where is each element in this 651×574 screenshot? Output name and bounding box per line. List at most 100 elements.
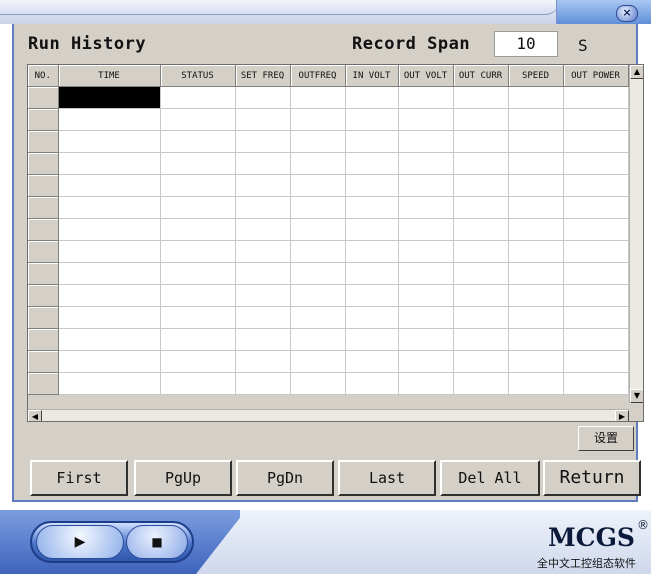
table-cell[interactable] — [398, 86, 454, 109]
table-cell[interactable] — [290, 108, 346, 131]
table-cell[interactable] — [290, 86, 346, 109]
table-cell[interactable] — [58, 328, 161, 351]
table-cell[interactable] — [345, 152, 399, 175]
table-cell[interactable] — [398, 196, 454, 219]
table-cell[interactable] — [160, 196, 236, 219]
table-cell[interactable] — [235, 284, 291, 307]
table-cell[interactable] — [453, 240, 509, 263]
table-cell[interactable] — [563, 262, 629, 285]
table-cell[interactable] — [160, 306, 236, 329]
table-cell[interactable] — [453, 130, 509, 153]
table-cell[interactable] — [160, 108, 236, 131]
table-cell[interactable] — [160, 174, 236, 197]
table-cell[interactable] — [398, 108, 454, 131]
play-button[interactable]: ▶ — [36, 525, 124, 559]
table-cell[interactable] — [160, 284, 236, 307]
table-cell[interactable] — [563, 108, 629, 131]
stop-button[interactable]: ■ — [126, 525, 188, 559]
table-cell[interactable] — [290, 130, 346, 153]
last-button[interactable]: Last — [338, 460, 436, 496]
scroll-left-icon[interactable]: ◀ — [28, 410, 42, 421]
table-cell[interactable] — [235, 196, 291, 219]
table-cell[interactable] — [508, 284, 564, 307]
table-cell[interactable] — [398, 372, 454, 395]
column-header[interactable]: NO. — [28, 65, 59, 87]
table-cell[interactable] — [58, 284, 161, 307]
row-header[interactable] — [28, 306, 59, 329]
table-cell[interactable] — [563, 152, 629, 175]
table-cell[interactable] — [345, 372, 399, 395]
table-cell[interactable] — [453, 174, 509, 197]
table-cell[interactable] — [453, 306, 509, 329]
table-cell[interactable] — [563, 306, 629, 329]
table-cell[interactable] — [398, 350, 454, 373]
table-cell[interactable] — [345, 306, 399, 329]
table-cell[interactable] — [508, 174, 564, 197]
horizontal-scrollbar[interactable]: ◀ ▶ — [28, 409, 629, 421]
row-header[interactable] — [28, 196, 59, 219]
pgdn-button[interactable]: PgDn — [236, 460, 334, 496]
table-cell[interactable] — [453, 108, 509, 131]
table-cell[interactable] — [290, 218, 346, 241]
table-cell[interactable] — [235, 86, 291, 109]
table-cell[interactable] — [160, 86, 236, 109]
table-cell[interactable] — [345, 218, 399, 241]
table-cell[interactable] — [235, 328, 291, 351]
table-cell[interactable] — [345, 262, 399, 285]
table-cell[interactable] — [345, 174, 399, 197]
table-cell[interactable] — [508, 152, 564, 175]
table-cell[interactable] — [398, 174, 454, 197]
table-cell[interactable] — [563, 196, 629, 219]
table-cell[interactable] — [345, 328, 399, 351]
table-cell[interactable] — [58, 174, 161, 197]
table-cell[interactable] — [453, 328, 509, 351]
scroll-right-icon[interactable]: ▶ — [615, 410, 629, 421]
table-cell[interactable] — [563, 218, 629, 241]
table-cell[interactable] — [398, 218, 454, 241]
table-cell[interactable] — [290, 306, 346, 329]
table-cell[interactable] — [290, 240, 346, 263]
table-cell[interactable] — [290, 350, 346, 373]
table-cell[interactable] — [160, 350, 236, 373]
table-cell[interactable] — [58, 218, 161, 241]
table-cell[interactable] — [453, 350, 509, 373]
table-cell[interactable] — [345, 108, 399, 131]
column-header[interactable]: SPEED — [508, 65, 564, 87]
scroll-up-icon[interactable]: ▲ — [630, 65, 643, 79]
table-cell[interactable] — [563, 372, 629, 395]
row-header[interactable] — [28, 130, 59, 153]
table-cell[interactable] — [508, 108, 564, 131]
table-cell[interactable] — [290, 196, 346, 219]
row-header[interactable] — [28, 108, 59, 131]
table-cell[interactable] — [58, 240, 161, 263]
row-header[interactable] — [28, 218, 59, 241]
table-cell[interactable] — [235, 130, 291, 153]
table-cell[interactable] — [453, 196, 509, 219]
table-cell[interactable] — [398, 306, 454, 329]
row-header[interactable] — [28, 86, 59, 109]
table-cell[interactable] — [160, 240, 236, 263]
pgup-button[interactable]: PgUp — [134, 460, 232, 496]
table-cell[interactable] — [453, 86, 509, 109]
table-cell[interactable] — [453, 152, 509, 175]
history-grid[interactable]: NO. TIME STATUS SET FREQ OUTFREQ IN VOLT OUT V… — [27, 64, 644, 422]
table-cell[interactable] — [160, 130, 236, 153]
table-cell[interactable] — [290, 284, 346, 307]
table-cell[interactable] — [508, 262, 564, 285]
table-cell[interactable] — [398, 284, 454, 307]
table-cell[interactable] — [453, 372, 509, 395]
column-header[interactable]: OUT POWER — [563, 65, 629, 87]
row-header[interactable] — [28, 174, 59, 197]
table-cell[interactable] — [453, 218, 509, 241]
table-cell[interactable] — [398, 130, 454, 153]
table-cell[interactable] — [160, 372, 236, 395]
table-cell[interactable] — [398, 328, 454, 351]
table-cell[interactable] — [563, 240, 629, 263]
table-cell[interactable] — [563, 284, 629, 307]
table-cell[interactable] — [508, 372, 564, 395]
table-cell[interactable] — [345, 350, 399, 373]
table-cell[interactable] — [290, 328, 346, 351]
table-cell[interactable] — [290, 262, 346, 285]
table-cell[interactable] — [58, 350, 161, 373]
table-cell[interactable] — [160, 328, 236, 351]
